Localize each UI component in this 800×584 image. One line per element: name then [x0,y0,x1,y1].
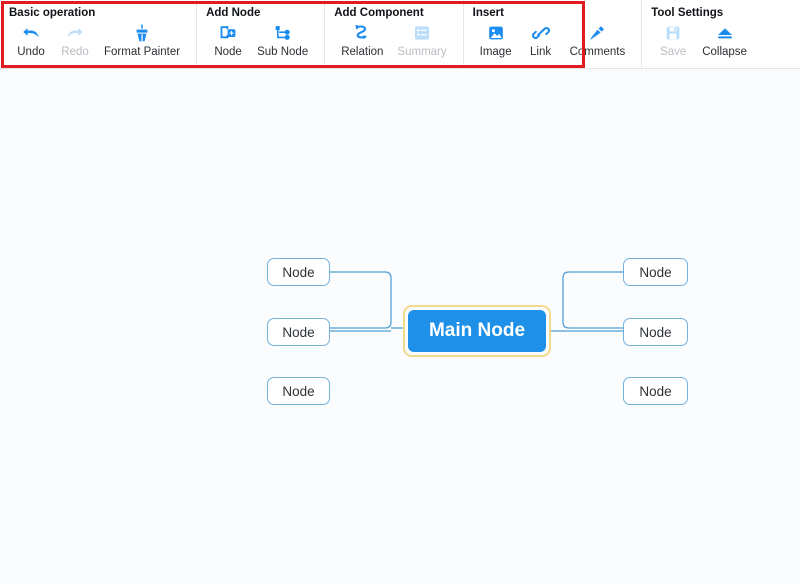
mindmap-node-right-3[interactable]: Node [623,377,688,405]
toolbar-item-sub-node[interactable]: Sub Node [250,22,315,59]
toolbar-item-image[interactable]: Image [473,22,519,59]
mindmap-node-left-2-label: Node [282,324,315,340]
toolbar-group-add-node: Add Node Node Sub Node [196,0,324,68]
summary-list-icon [412,22,432,44]
collapse-eject-icon [715,22,735,44]
toolbar-item-save[interactable]: Save [651,22,695,59]
group-title-add-component: Add Component [334,7,424,19]
relation-arrow-icon [352,22,372,44]
format-painter-icon [132,22,152,44]
image-icon [486,22,506,44]
toolbar-item-relation[interactable]: Relation [334,22,390,59]
mindmap-node-left-1-label: Node [282,264,315,280]
group-title-basic-operation: Basic operation [9,7,96,19]
group-items-tool-settings: Save Collapse [651,22,754,59]
add-sub-node-icon [273,22,293,44]
save-disk-icon [663,22,683,44]
mindmap-main-node-label: Main Node [428,320,526,341]
toolbar-item-summary[interactable]: Summary [390,22,453,59]
toolbar-label-undo: Undo [17,46,45,58]
toolbar: Basic operation Undo Redo Format Painter… [0,0,800,69]
redo-arrow-icon [65,22,85,44]
add-node-icon [218,22,238,44]
toolbar-label-relation: Relation [341,46,384,58]
toolbar-label-redo: Redo [61,46,89,58]
group-title-add-node: Add Node [206,7,261,19]
group-title-insert: Insert [472,7,504,19]
group-items-add-component: Relation Summary [334,22,453,59]
mindmap-node-right-1[interactable]: Node [623,258,688,286]
toolbar-label-summary: Summary [397,46,447,58]
mindmap-node-right-2[interactable]: Node [623,318,688,346]
mindmap-node-right-2-label: Node [639,324,672,340]
mindmap-main-node[interactable]: Main Node [403,305,551,357]
toolbar-label-image: Image [479,46,512,58]
link-chain-icon [531,22,551,44]
group-items-basic-operation: Undo Redo Format Painter [9,22,187,59]
toolbar-label-collapse: Collapse [702,46,747,58]
mindmap-node-right-3-label: Node [639,383,672,399]
mindmap-node-right-1-label: Node [639,264,672,280]
toolbar-label-format-painter: Format Painter [104,46,181,58]
group-title-tool-settings: Tool Settings [651,7,724,19]
mindmap-node-left-2[interactable]: Node [267,318,330,346]
toolbar-label-save: Save [660,46,687,58]
toolbar-item-node[interactable]: Node [206,22,250,59]
toolbar-label-link: Link [530,46,552,58]
toolbar-item-collapse[interactable]: Collapse [695,22,754,59]
toolbar-item-redo[interactable]: Redo [53,22,97,59]
group-items-insert: Image Link Comments [473,22,633,59]
toolbar-label-node: Node [214,46,242,58]
toolbar-group-insert: Insert Image Link Comments [462,0,642,68]
toolbar-group-add-component: Add Component Relation Summary [324,0,462,68]
toolbar-item-comments[interactable]: Comments [563,22,633,59]
toolbar-label-comments: Comments [569,46,626,58]
group-items-add-node: Node Sub Node [206,22,315,59]
mindmap-main-node-body: Main Node [408,310,546,352]
comments-pen-icon [587,22,607,44]
undo-arrow-icon [21,22,41,44]
toolbar-group-basic-operation: Basic operation Undo Redo Format Painter [0,0,196,68]
mindmap-node-left-1[interactable]: Node [267,258,330,286]
mindmap-canvas[interactable]: Node Node Node Node Node Node Main Node [0,69,800,584]
toolbar-item-undo[interactable]: Undo [9,22,53,59]
toolbar-item-link[interactable]: Link [519,22,563,59]
toolbar-label-sub-node: Sub Node [257,46,309,58]
mindmap-node-left-3[interactable]: Node [267,377,330,405]
toolbar-item-format-painter[interactable]: Format Painter [97,22,187,59]
toolbar-groups: Basic operation Undo Redo Format Painter… [0,0,763,68]
toolbar-group-tool-settings: Tool Settings Save Collapse [641,0,763,68]
mindmap-node-left-3-label: Node [282,383,315,399]
